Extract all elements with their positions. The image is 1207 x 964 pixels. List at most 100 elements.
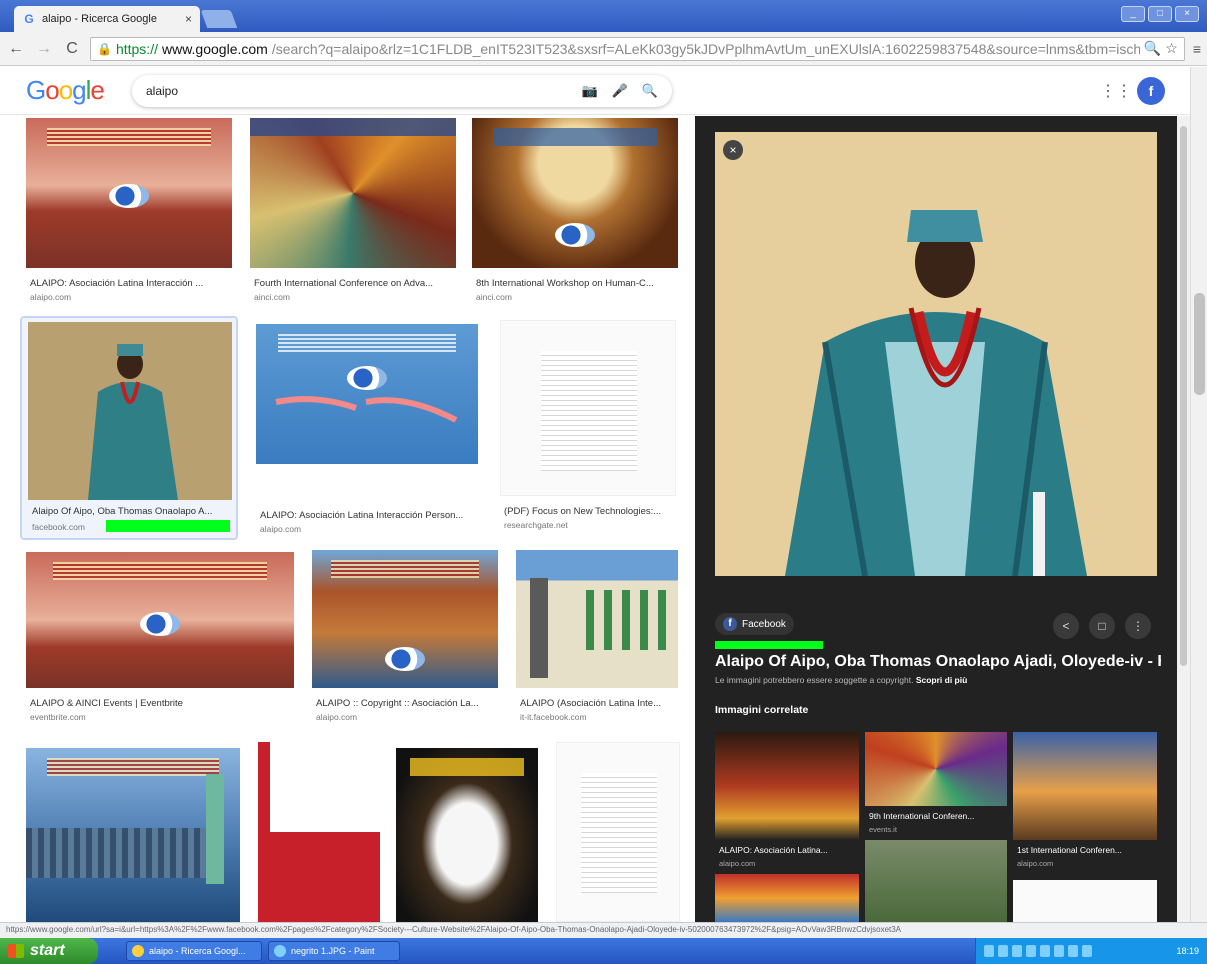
result-card[interactable]: (PDF) Focus on New Technologies:... rese… <box>500 320 680 530</box>
learn-more-link[interactable]: Scopri di più <box>916 675 967 685</box>
url-host: www.google.com <box>161 40 268 57</box>
tab-close-icon[interactable]: × <box>185 12 192 26</box>
url-scheme: https:// <box>115 40 158 57</box>
browser-menu-icon[interactable]: ≡ <box>1193 41 1201 57</box>
result-domain: eventbrite.com <box>30 712 86 722</box>
result-domain: ainci.com <box>254 292 290 302</box>
aipo-logo-mark <box>385 646 425 671</box>
result-thumbnail[interactable] <box>26 748 240 922</box>
search-input[interactable] <box>146 84 568 98</box>
search-icon[interactable]: 🔍 <box>642 83 658 99</box>
windows-taskbar: start alaipo - Ricerca Googl... negrito … <box>0 938 1207 964</box>
taskbar-item-chrome[interactable]: alaipo - Ricerca Googl... <box>126 941 262 961</box>
result-thumbnail[interactable] <box>556 742 680 922</box>
result-card[interactable] <box>258 742 380 922</box>
google-logo[interactable]: Google <box>26 75 112 112</box>
related-thumbnail[interactable] <box>865 732 1007 806</box>
reload-icon[interactable]: C <box>62 40 82 58</box>
related-thumbnail[interactable] <box>865 840 1007 922</box>
man-in-agbada-image <box>715 132 1157 576</box>
result-card[interactable]: ALAIPO: Asociación Latina Interacción ..… <box>26 118 232 304</box>
poster-banner <box>52 562 268 580</box>
tray-icon[interactable] <box>1012 945 1022 957</box>
result-domain: researchgate.net <box>504 520 568 530</box>
flamingos-graphic <box>275 396 458 423</box>
system-tray: 18:19 <box>975 938 1207 964</box>
poster-header-strip <box>250 118 456 136</box>
result-caption: ALAIPO (Asociación Latina Inte... <box>520 698 661 709</box>
result-thumbnail[interactable] <box>516 550 678 688</box>
result-domain: ainci.com <box>476 292 512 302</box>
poster-banner <box>410 758 524 776</box>
result-card[interactable]: 8th International Workshop on Human-C...… <box>472 118 678 304</box>
tray-icon[interactable] <box>1026 945 1036 957</box>
result-thumbnail[interactable] <box>396 748 538 922</box>
browser-tab[interactable]: G alaipo - Ricerca Google × <box>14 6 200 32</box>
maximize-button[interactable]: □ <box>1148 6 1172 22</box>
tray-icon[interactable] <box>984 945 994 957</box>
preview-title[interactable]: Alaipo Of Aipo, Oba Thomas Onaolapo Ajad… <box>715 653 1161 671</box>
taskbar-item-paint[interactable]: negrito 1.JPG - Paint <box>268 941 400 961</box>
result-thumbnail[interactable] <box>500 320 676 496</box>
page-scrollbar[interactable] <box>1190 67 1207 922</box>
minimize-button[interactable]: _ <box>1121 6 1145 22</box>
result-card[interactable]: ALAIPO (Asociación Latina Inte... it-it.… <box>516 550 680 722</box>
result-card[interactable]: ALAIPO & AINCI Events | Eventbrite event… <box>26 552 294 722</box>
result-card[interactable]: ALAIPO :: Copyright :: Asociación La... … <box>312 550 498 722</box>
related-thumbnail[interactable] <box>1013 880 1157 922</box>
tray-icon[interactable] <box>1040 945 1050 957</box>
tray-icon[interactable] <box>1054 945 1064 957</box>
tray-icon[interactable] <box>1082 945 1092 957</box>
tray-icon[interactable] <box>998 945 1008 957</box>
avatar[interactable]: f <box>1137 77 1165 105</box>
result-thumbnail[interactable] <box>26 552 294 688</box>
zoom-icon[interactable]: 🔍 <box>1144 40 1161 57</box>
google-favicon-icon: G <box>24 12 34 26</box>
preview-scrollbar[interactable] <box>1177 116 1190 922</box>
address-bar[interactable]: 🔒 https:// www.google.com /search?q=alai… <box>90 36 1185 61</box>
page-scroll-thumb[interactable] <box>1194 293 1205 395</box>
camera-icon[interactable]: 📷 <box>581 83 597 99</box>
source-chip[interactable]: f Facebook <box>715 613 794 635</box>
close-window-button[interactable]: × <box>1175 6 1199 22</box>
lock-icon: 🔒 <box>97 41 112 56</box>
more-options-icon[interactable]: ⋮ <box>1125 613 1151 639</box>
start-button[interactable]: start <box>0 938 98 964</box>
search-box[interactable]: 📷 🎤 🔍 <box>132 75 672 107</box>
related-domain: events.it <box>869 825 897 834</box>
mic-icon[interactable]: 🎤 <box>612 83 628 99</box>
result-card[interactable]: Fourth International Conference on Adva.… <box>250 118 456 304</box>
result-card[interactable] <box>396 748 538 922</box>
preview-scroll-thumb[interactable] <box>1180 126 1187 666</box>
result-card-selected[interactable]: Alaipo Of Aipo, Oba Thomas Onaolapo A...… <box>20 316 238 540</box>
tray-icon[interactable] <box>1068 945 1078 957</box>
paint-icon <box>274 945 286 957</box>
related-thumbnail[interactable] <box>1013 732 1157 840</box>
image-preview-panel: × f Facebook < □ ⋮ Alaipo Of Aipo, Oba T… <box>695 116 1177 922</box>
close-icon[interactable]: × <box>723 140 743 160</box>
result-thumbnail[interactable] <box>312 550 498 688</box>
result-thumbnail[interactable] <box>472 118 678 268</box>
related-domain: alaipo.com <box>1017 859 1054 868</box>
forward-icon[interactable]: → <box>34 40 54 58</box>
result-thumbnail[interactable] <box>28 322 232 500</box>
result-thumbnail[interactable] <box>258 742 380 922</box>
preview-image[interactable] <box>715 132 1157 576</box>
result-thumbnail[interactable] <box>26 118 232 268</box>
result-card[interactable]: ALAIPO: Asociación Latina Interacción Pe… <box>256 324 478 534</box>
browser-toolbar: ← → C 🔒 https:// www.google.com /search?… <box>0 32 1207 66</box>
start-label: start <box>30 942 65 959</box>
bookmark-star-icon[interactable]: ☆ <box>1165 40 1178 57</box>
related-thumbnail[interactable] <box>715 732 859 840</box>
highlight-bar <box>715 641 823 649</box>
new-tab-button[interactable] <box>200 10 238 28</box>
result-thumbnail[interactable] <box>250 118 456 268</box>
save-icon[interactable]: □ <box>1089 613 1115 639</box>
windows-flag-icon <box>8 944 24 958</box>
result-thumbnail[interactable] <box>256 324 478 464</box>
related-thumbnail[interactable] <box>715 874 859 922</box>
share-icon[interactable]: < <box>1053 613 1079 639</box>
back-icon[interactable]: ← <box>6 40 26 58</box>
result-card[interactable] <box>26 748 240 922</box>
result-card[interactable] <box>556 742 680 922</box>
